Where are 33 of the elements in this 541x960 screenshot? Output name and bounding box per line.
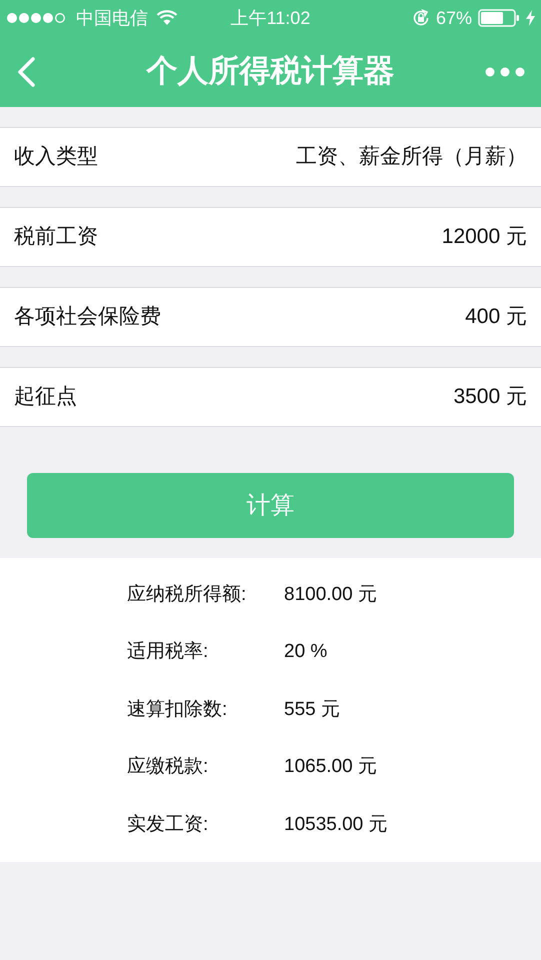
signal-icon xyxy=(6,12,68,24)
form-row[interactable]: 税前工资 12000 元 xyxy=(0,207,541,267)
result-label: 实发工资: xyxy=(127,812,210,836)
result-label: 速算扣除数: xyxy=(127,698,228,722)
battery-icon xyxy=(478,9,520,27)
field-label: 起征点 xyxy=(14,384,77,410)
field-label: 税前工资 xyxy=(14,224,98,250)
battery-percent: 67% xyxy=(436,6,472,30)
result-value: 1065.00 元 xyxy=(284,755,377,779)
field-value: 工资、薪金所得（月薪） xyxy=(296,144,527,170)
back-icon xyxy=(16,56,36,88)
result-label: 应缴税款: xyxy=(127,755,210,779)
result-label: 适用税率: xyxy=(127,640,210,664)
result-value: 20 % xyxy=(284,640,328,664)
wifi-icon xyxy=(156,10,178,26)
field-value: 400 元 xyxy=(465,304,527,330)
form-row[interactable]: 各项社会保险费 400 元 xyxy=(0,287,541,347)
more-icon xyxy=(485,66,525,76)
result-value: 10535.00 元 xyxy=(284,812,388,836)
result-label: 应纳税所得额: xyxy=(127,582,248,606)
page-title: 个人所得税计算器 xyxy=(145,52,396,90)
field-value: 3500 元 xyxy=(453,384,527,410)
field-label: 各项社会保险费 xyxy=(14,304,161,330)
form-row[interactable]: 收入类型 工资、薪金所得（月薪） xyxy=(0,127,541,187)
status-time: 上午11:02 xyxy=(230,6,312,30)
rotation-lock-icon xyxy=(412,9,430,27)
carrier-name: 中国电信 xyxy=(76,6,148,30)
result-value: 555 元 xyxy=(284,698,340,722)
form-row[interactable]: 起征点 3500 元 xyxy=(0,367,541,427)
result-value: 8100.00 元 xyxy=(284,582,377,606)
charging-icon xyxy=(526,10,535,26)
field-value: 12000 元 xyxy=(442,224,527,250)
field-label: 收入类型 xyxy=(14,144,98,170)
